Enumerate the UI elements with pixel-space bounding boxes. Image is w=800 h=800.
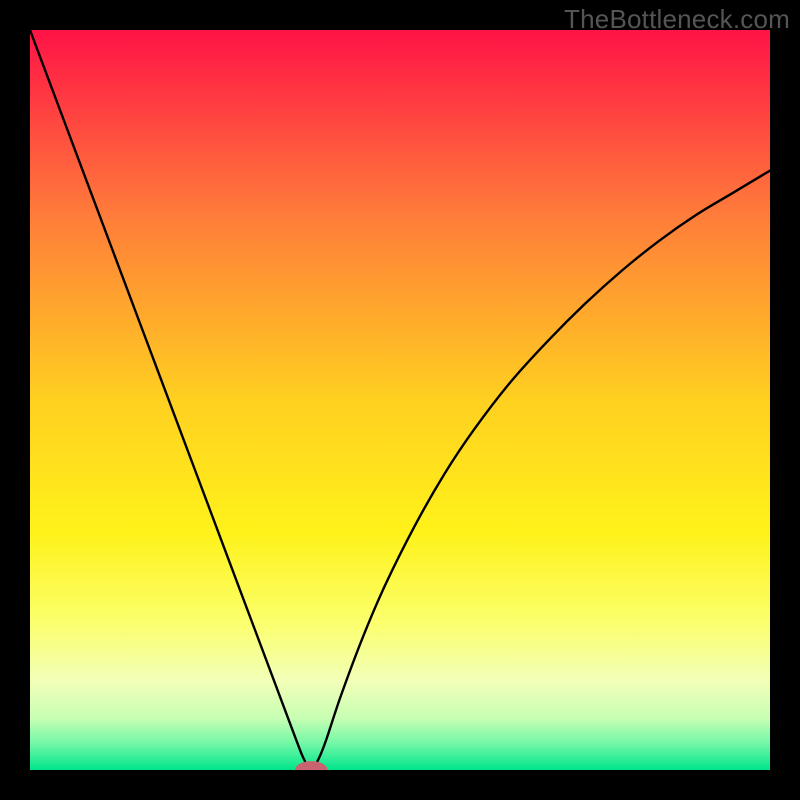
plot-area bbox=[30, 30, 770, 770]
chart-svg bbox=[30, 30, 770, 770]
chart-frame: TheBottleneck.com bbox=[0, 0, 800, 800]
gradient-background bbox=[30, 30, 770, 770]
